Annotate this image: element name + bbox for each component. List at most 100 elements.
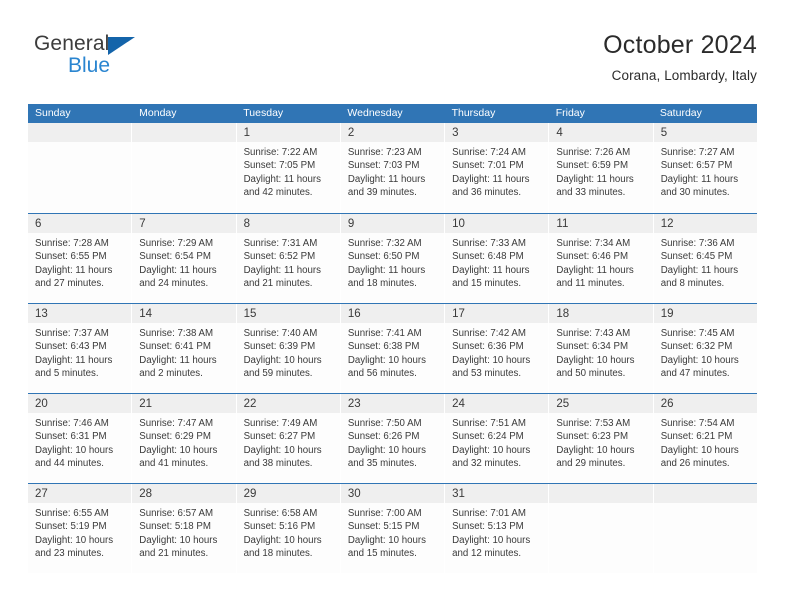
sunrise-text: Sunrise: 7:22 AM	[243, 147, 318, 158]
day-cell[interactable]: 17 Sunrise: 7:42 AM Sunset: 6:36 PM Dayligh…	[445, 304, 550, 393]
day-cell-header: 16	[340, 304, 445, 323]
day-cell[interactable]: 23 Sunrise: 7:50 AM Sunset: 6:26 PM Dayligh…	[340, 394, 446, 483]
day-cell-header: 11	[549, 214, 653, 233]
sunrise-text: Sunrise: 7:33 AM	[452, 238, 526, 249]
daylight-text-line1: Daylight: 11 hours	[139, 354, 217, 366]
day-cell-header: 24	[445, 394, 549, 413]
sunrise-text: Sunrise: 7:41 AM	[347, 328, 422, 339]
day-cell-body: Sunrise: 7:36 AM Sunset: 6:45 PM Daylight:…	[654, 233, 757, 290]
day-cell[interactable]: 1 Sunrise: 7:22 AM Sunset: 7:05 PM Daylight…	[236, 123, 341, 213]
day-number: 4	[556, 127, 563, 139]
day-cell[interactable]: 11 Sunrise: 7:34 AM Sunset: 6:46 PM Dayligh…	[549, 214, 654, 303]
sunrise-text: Sunrise: 7:23 AM	[347, 147, 422, 158]
daylight-text-line1: Daylight: 10 hours	[243, 354, 322, 366]
day-cell[interactable]: 30 Sunrise: 7:00 AM Sunset: 5:15 PM Dayligh…	[340, 484, 446, 573]
day-cell[interactable]: 7 Sunrise: 7:29 AM Sunset: 6:54 PM Daylight…	[132, 214, 237, 303]
day-cell-header: 19	[653, 304, 757, 323]
daylight-text-line2: and 41 minutes.	[139, 457, 209, 469]
day-cell-header: 10	[445, 214, 549, 233]
day-cell-body: Sunrise: 7:26 AM Sunset: 6:59 PM Daylight:…	[549, 142, 652, 199]
day-cell[interactable]: 20 Sunrise: 7:46 AM Sunset: 6:31 PM Dayligh…	[28, 394, 133, 483]
day-number: 12	[660, 218, 674, 230]
day-cell[interactable]: 4 Sunrise: 7:26 AM Sunset: 6:59 PM Daylight…	[549, 123, 654, 213]
daylight-text-line2: and 47 minutes.	[660, 367, 730, 379]
day-cell[interactable]: 22 Sunrise: 7:49 AM Sunset: 6:27 PM Dayligh…	[236, 394, 341, 483]
daylight-text-line2: and 18 minutes.	[347, 277, 417, 289]
daylight-text-line1: Daylight: 10 hours	[243, 534, 322, 546]
day-cell-empty	[653, 484, 757, 573]
day-cell-header: 15	[236, 304, 340, 323]
daylight-text-line2: and 50 minutes.	[556, 367, 626, 379]
sunset-text: Sunset: 6:50 PM	[347, 251, 420, 263]
day-cell[interactable]: 21 Sunrise: 7:47 AM Sunset: 6:29 PM Dayligh…	[132, 394, 237, 483]
day-cell[interactable]: 18 Sunrise: 7:43 AM Sunset: 6:34 PM Dayligh…	[549, 304, 654, 393]
day-cell[interactable]: 25 Sunrise: 7:53 AM Sunset: 6:23 PM Dayligh…	[549, 394, 654, 483]
daylight-text-line2: and 26 minutes.	[660, 457, 730, 469]
sunset-text: Sunset: 5:16 PM	[243, 521, 316, 533]
daylight-text-line1: Daylight: 10 hours	[452, 444, 531, 456]
day-cell-header: 6	[28, 214, 132, 233]
day-number: 8	[243, 218, 250, 230]
day-cell[interactable]: 13 Sunrise: 7:37 AM Sunset: 6:43 PM Dayligh…	[28, 304, 133, 393]
sunrise-text: Sunrise: 7:43 AM	[556, 328, 631, 339]
day-number: 15	[243, 308, 257, 320]
day-cell[interactable]: 28 Sunrise: 6:57 AM Sunset: 5:18 PM Dayligh…	[132, 484, 237, 573]
daylight-text-line1: Daylight: 10 hours	[139, 444, 218, 456]
sunset-text: Sunset: 7:03 PM	[347, 160, 420, 172]
day-cell[interactable]: 14 Sunrise: 7:38 AM Sunset: 6:41 PM Dayligh…	[132, 304, 237, 393]
daylight-text-line1: Daylight: 11 hours	[243, 173, 321, 185]
day-cell-header: 13	[28, 304, 132, 323]
day-cell[interactable]: 6 Sunrise: 7:28 AM Sunset: 6:55 PM Daylight…	[28, 214, 133, 303]
day-cell[interactable]: 27 Sunrise: 6:55 AM Sunset: 5:19 PM Dayligh…	[28, 484, 133, 573]
weeks-container: 1 Sunrise: 7:22 AM Sunset: 7:05 PM Daylight…	[28, 123, 757, 573]
sunset-text: Sunset: 6:54 PM	[139, 251, 211, 263]
day-number: 7	[139, 218, 146, 230]
day-cell-body: Sunrise: 6:58 AM Sunset: 5:16 PM Daylight:…	[237, 503, 340, 560]
day-cell-body: Sunrise: 7:41 AM Sunset: 6:38 PM Daylight:…	[341, 323, 444, 380]
day-cell-header: 30	[340, 484, 445, 503]
sunset-text: Sunset: 6:32 PM	[660, 341, 733, 353]
logo-text-general: General	[34, 32, 110, 55]
day-cell[interactable]: 16 Sunrise: 7:41 AM Sunset: 6:38 PM Dayligh…	[340, 304, 446, 393]
day-cell-header: 1	[236, 123, 340, 142]
day-cell[interactable]: 9 Sunrise: 7:32 AM Sunset: 6:50 PM Daylight…	[340, 214, 446, 303]
day-cell-empty	[549, 484, 654, 573]
logo-text-blue: Blue	[68, 54, 111, 77]
sunrise-text: Sunrise: 7:54 AM	[660, 418, 735, 429]
day-cell[interactable]: 8 Sunrise: 7:31 AM Sunset: 6:52 PM Daylight…	[236, 214, 341, 303]
sunset-text: Sunset: 6:31 PM	[35, 431, 107, 443]
day-cell[interactable]: 3 Sunrise: 7:24 AM Sunset: 7:01 PM Daylight…	[445, 123, 550, 213]
daylight-text-line2: and 18 minutes.	[243, 547, 313, 559]
day-cell[interactable]: 26 Sunrise: 7:54 AM Sunset: 6:21 PM Dayligh…	[653, 394, 757, 483]
sunset-text: Sunset: 6:26 PM	[347, 431, 420, 443]
sunset-text: Sunset: 6:23 PM	[556, 431, 629, 443]
day-cell[interactable]: 19 Sunrise: 7:45 AM Sunset: 6:32 PM Dayligh…	[653, 304, 757, 393]
day-cell[interactable]: 31 Sunrise: 7:01 AM Sunset: 5:13 PM Dayligh…	[445, 484, 550, 573]
daylight-text-line2: and 27 minutes.	[35, 277, 104, 289]
sunrise-text: Sunrise: 7:45 AM	[660, 328, 735, 339]
day-cell[interactable]: 12 Sunrise: 7:36 AM Sunset: 6:45 PM Dayligh…	[653, 214, 757, 303]
daylight-text-line1: Daylight: 10 hours	[452, 354, 531, 366]
day-cell-body: Sunrise: 7:33 AM Sunset: 6:48 PM Daylight:…	[445, 233, 548, 290]
day-cell-body: Sunrise: 7:22 AM Sunset: 7:05 PM Daylight:…	[237, 142, 340, 199]
day-cell-header: 28	[132, 484, 236, 503]
daylight-text-line2: and 15 minutes.	[452, 277, 522, 289]
day-cell-body: Sunrise: 7:31 AM Sunset: 6:52 PM Daylight:…	[237, 233, 340, 290]
day-cell[interactable]: 29 Sunrise: 6:58 AM Sunset: 5:16 PM Dayligh…	[236, 484, 341, 573]
weekday-header-monday: Monday	[139, 107, 177, 119]
day-cell-body: Sunrise: 7:51 AM Sunset: 6:24 PM Daylight:…	[445, 413, 548, 470]
day-cell[interactable]: 2 Sunrise: 7:23 AM Sunset: 7:03 PM Daylight…	[340, 123, 446, 213]
daylight-text-line1: Daylight: 10 hours	[35, 444, 114, 456]
daylight-text-line1: Daylight: 11 hours	[452, 264, 530, 276]
day-cell-body: Sunrise: 7:01 AM Sunset: 5:13 PM Daylight:…	[445, 503, 548, 560]
day-cell-body: Sunrise: 7:54 AM Sunset: 6:21 PM Daylight:…	[654, 413, 757, 470]
weekday-header-wednesday: Wednesday	[347, 107, 403, 119]
day-cell[interactable]: 5 Sunrise: 7:27 AM Sunset: 6:57 PM Daylight…	[653, 123, 757, 213]
day-cell[interactable]: 15 Sunrise: 7:40 AM Sunset: 6:39 PM Dayligh…	[236, 304, 341, 393]
day-cell-header: 9	[340, 214, 445, 233]
day-cell[interactable]: 10 Sunrise: 7:33 AM Sunset: 6:48 PM Dayligh…	[445, 214, 550, 303]
daylight-text-line2: and 15 minutes.	[347, 547, 417, 559]
day-cell-empty	[132, 123, 237, 213]
day-number: 23	[347, 398, 361, 410]
day-cell[interactable]: 24 Sunrise: 7:51 AM Sunset: 6:24 PM Dayligh…	[445, 394, 550, 483]
